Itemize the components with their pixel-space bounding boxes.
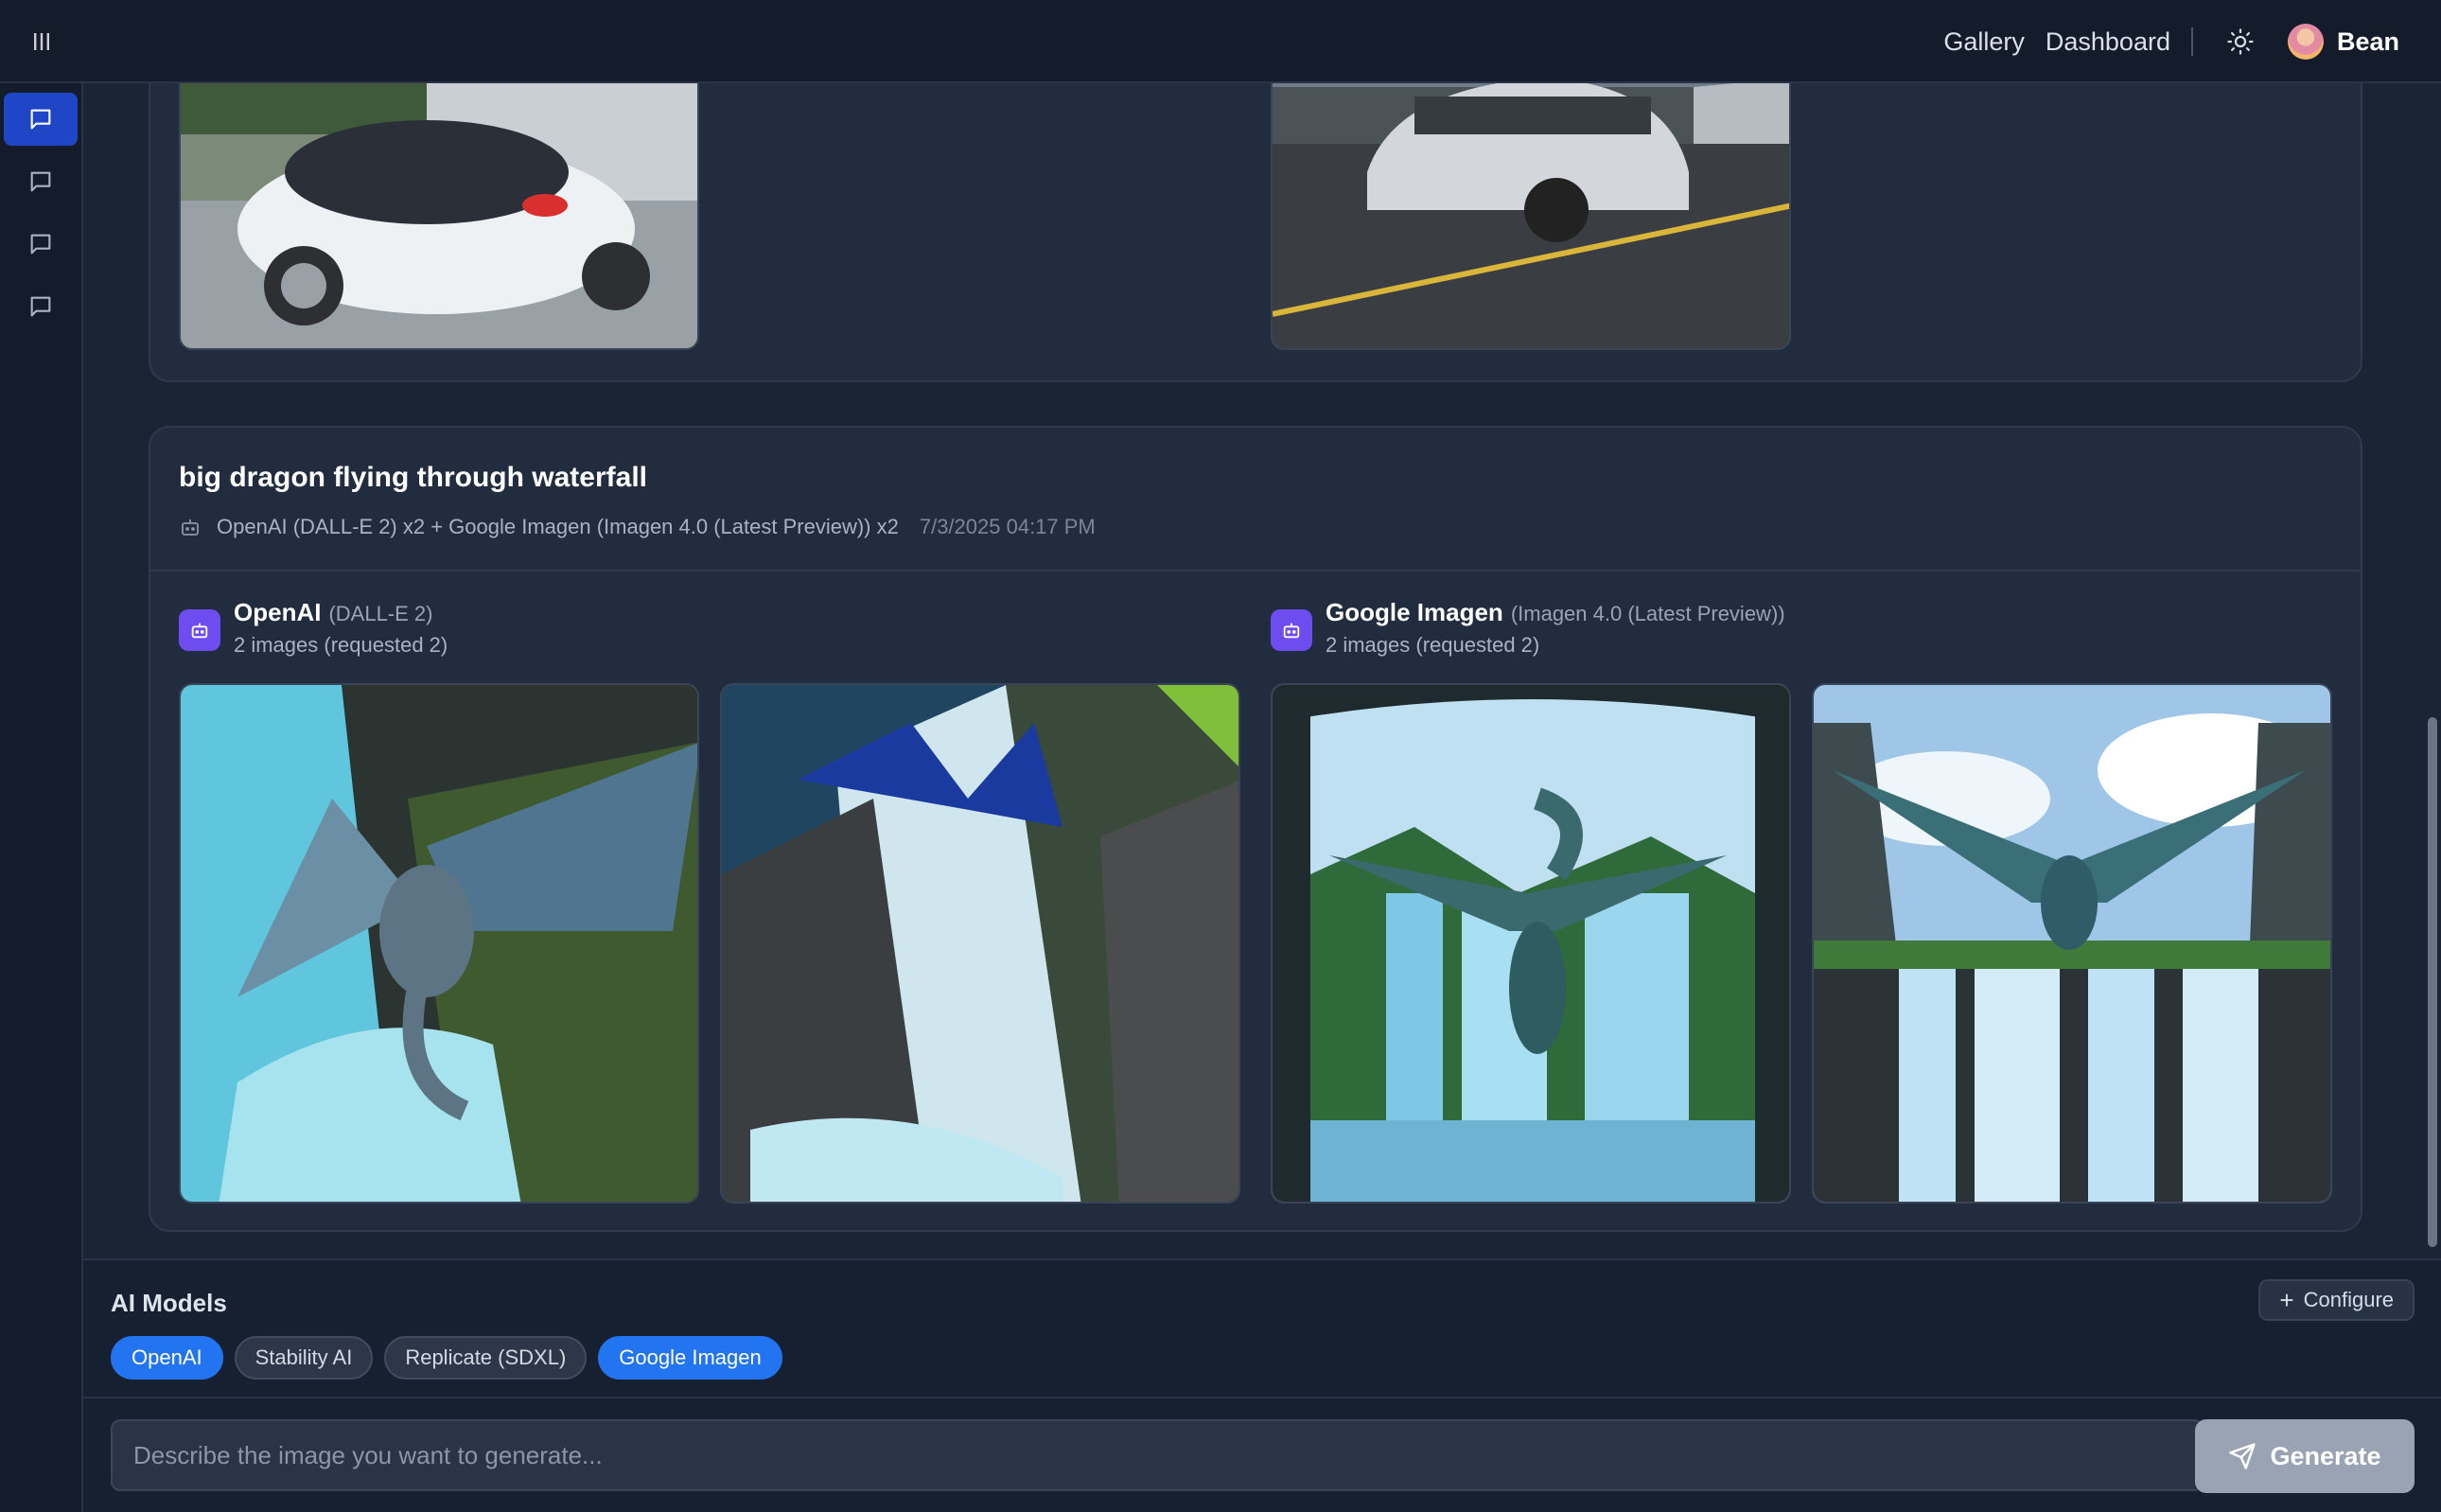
bot-icon xyxy=(191,623,208,639)
sidebar xyxy=(0,83,83,1512)
sun-icon xyxy=(2227,28,2254,55)
card-divider xyxy=(150,570,2361,571)
chat-icon xyxy=(30,109,51,130)
theme-toggle-button[interactable] xyxy=(2221,23,2259,61)
prompt-title: big dragon flying through waterfall xyxy=(179,462,647,493)
model-chips: OpenAI Stability AI Replicate (SDXL) Goo… xyxy=(111,1336,794,1380)
generated-image[interactable] xyxy=(1812,683,2332,1204)
nav-divider xyxy=(2190,27,2193,56)
top-bar: Gallery Dashboard Bean xyxy=(0,0,2441,83)
generate-button[interactable]: Generate xyxy=(2195,1419,2415,1493)
model-chip-openai[interactable]: OpenAI xyxy=(111,1336,223,1380)
feed-scrollbar[interactable] xyxy=(2424,83,2441,1258)
generated-image[interactable] xyxy=(1271,83,1791,350)
top-nav: Gallery Dashboard Bean xyxy=(1923,0,2399,83)
silver-car-image xyxy=(1273,83,1789,348)
generation-timestamp: 7/3/2025 04:17 PM xyxy=(919,515,1096,538)
provider-image-count: 2 images (requested 2) xyxy=(234,633,448,657)
nav-gallery-link[interactable]: Gallery xyxy=(1943,27,2025,57)
send-icon xyxy=(2229,1443,2257,1469)
sidebar-chat-item-3[interactable] xyxy=(4,218,78,271)
ai-models-title: AI Models xyxy=(111,1289,227,1317)
provider-name: OpenAI xyxy=(234,598,322,626)
model-chip-replicate-sdxl[interactable]: Replicate (SDXL) xyxy=(384,1336,588,1380)
dragon-image-3 xyxy=(1273,685,1789,1202)
provider-header-openai: OpenAI (DALL-E 2) 2 images (requested 2) xyxy=(179,598,448,658)
nav-dashboard-link[interactable]: Dashboard xyxy=(2046,27,2170,57)
generation-card: big dragon flying through waterfall Open… xyxy=(149,426,2362,1232)
dragon-image-4 xyxy=(1814,685,2330,1202)
user-avatar[interactable] xyxy=(2287,24,2324,60)
configure-button[interactable]: + Configure xyxy=(2258,1279,2415,1321)
provider-badge xyxy=(1271,609,1312,651)
dragon-image-1 xyxy=(181,685,697,1202)
sidebar-toggle-button[interactable] xyxy=(0,0,83,83)
prompt-input[interactable] xyxy=(111,1419,2204,1491)
sidebar-chat-item-2[interactable] xyxy=(4,155,78,208)
chat-icon xyxy=(30,234,51,255)
generated-image[interactable] xyxy=(1271,683,1791,1204)
model-chip-google-imagen[interactable]: Google Imagen xyxy=(598,1336,782,1380)
composer-panel: AI Models + Configure OpenAI Stability A… xyxy=(83,1258,2441,1512)
dragon-image-2 xyxy=(722,685,1238,1202)
generated-image[interactable] xyxy=(179,83,699,350)
sidebar-chat-item-1[interactable] xyxy=(4,93,78,146)
sidebar-toggle-icon xyxy=(34,33,49,50)
chat-icon xyxy=(30,296,51,317)
generation-meta: OpenAI (DALL-E 2) x2 + Google Imagen (Im… xyxy=(179,515,1096,539)
plus-icon: + xyxy=(2279,1285,2294,1314)
provider-header-google-imagen: Google Imagen (Imagen 4.0 (Latest Preview… xyxy=(1271,598,1785,658)
generated-image[interactable] xyxy=(179,683,699,1204)
generate-label: Generate xyxy=(2270,1441,2381,1470)
sidebar-chat-item-4[interactable] xyxy=(4,280,78,333)
user-name[interactable]: Bean xyxy=(2337,27,2399,57)
model-chip-stability-ai[interactable]: Stability AI xyxy=(234,1336,374,1380)
white-car-image xyxy=(181,83,697,348)
bot-icon xyxy=(1283,623,1300,639)
composer-divider xyxy=(83,1397,2441,1398)
provider-badge xyxy=(179,609,220,651)
chat-icon xyxy=(30,171,51,192)
provider-model: (DALL-E 2) xyxy=(328,602,433,625)
provider-image-count: 2 images (requested 2) xyxy=(1326,633,1540,657)
generation-feed[interactable]: big dragon flying through waterfall Open… xyxy=(83,83,2424,1258)
configure-label: Configure xyxy=(2303,1288,2394,1311)
provider-model: (Imagen 4.0 (Latest Preview)) xyxy=(1510,602,1785,625)
bot-icon xyxy=(182,519,199,536)
feed-scrollbar-thumb[interactable] xyxy=(2428,717,2437,1247)
generation-card-previous xyxy=(149,83,2362,382)
generation-summary: OpenAI (DALL-E 2) x2 + Google Imagen (Im… xyxy=(217,515,899,538)
generated-image[interactable] xyxy=(720,683,1240,1204)
provider-name: Google Imagen xyxy=(1326,598,1503,626)
